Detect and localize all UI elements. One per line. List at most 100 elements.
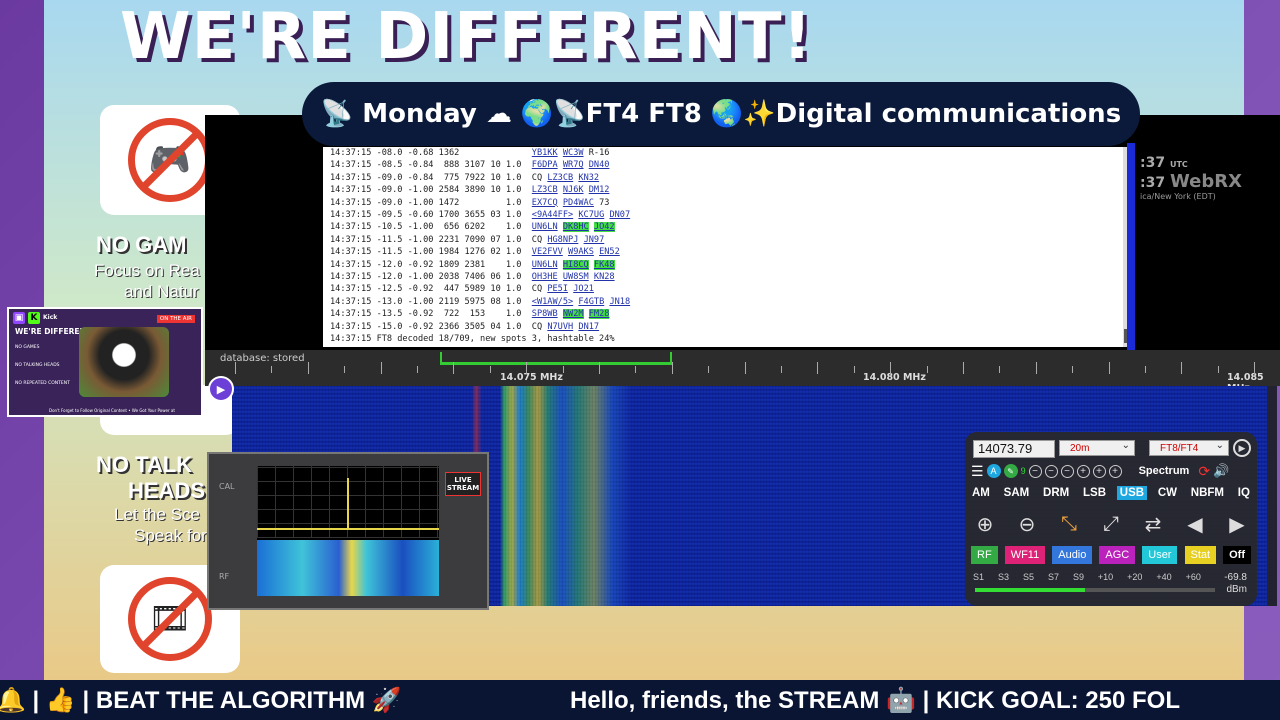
log-grid[interactable]: DN40 — [589, 160, 610, 170]
zoom-out-icon[interactable]: − — [1044, 464, 1058, 478]
s-meter-unit: dBm — [1226, 584, 1247, 595]
log-fields: 14:37:15 -09.0 -1.00 1472 1.0 — [330, 197, 532, 208]
mode-usb[interactable]: USB — [1116, 486, 1148, 500]
play-icon[interactable]: ▶ — [208, 376, 234, 402]
log-fields: 14:37:15 -12.5 -0.92 447 5989 10 1.0 — [330, 284, 532, 295]
panel-button-user[interactable]: User — [1142, 546, 1178, 564]
log-call2[interactable]: WC3W — [563, 148, 584, 158]
mode-cw[interactable]: CW — [1155, 486, 1180, 500]
scale-tick — [1254, 362, 1256, 374]
log-call1[interactable]: F6DPA — [532, 160, 558, 170]
log-line: 14:37:15 -10.5 -1.00 656 6202 1.0 UN6LN … — [323, 221, 1123, 233]
panel-button-rf[interactable]: RF — [971, 546, 998, 564]
log-grid[interactable]: JN97 — [584, 235, 605, 245]
dog-mascot — [79, 327, 169, 397]
collapse-icon[interactable]: ⤡ — [1055, 510, 1083, 538]
log-grid[interactable]: JO42 — [593, 222, 615, 233]
s-meter-label: +60 — [1185, 572, 1201, 582]
ft8-log[interactable]: 14:37:15 -08.0 -0.68 1362 YB1KK WC3W R-1… — [323, 147, 1123, 347]
chevron-right-icon[interactable]: ▶ — [1223, 510, 1251, 538]
spectrum-toggle[interactable]: Spectrum — [1139, 465, 1190, 477]
receiver-info: :37 UTC :37 WebRX ica/New York (EDT) — [1140, 155, 1260, 201]
log-call2[interactable]: HI8CQ — [562, 259, 589, 270]
magnify-plus-icon[interactable]: ⊕ — [971, 510, 999, 538]
menu-icon[interactable]: ☰ — [971, 463, 984, 480]
log-call1[interactable]: UN6LN — [532, 260, 558, 270]
mode-iq[interactable]: IQ — [1235, 486, 1253, 500]
log-grid[interactable]: FK48 — [593, 259, 615, 270]
mode-drm[interactable]: DRM — [1040, 486, 1072, 500]
play-icon[interactable]: ▶ — [1233, 439, 1251, 457]
frequency-scale[interactable]: database: stored 14.075 MHz 14.080 MHz 1… — [205, 350, 1280, 394]
no-games-sub-line1: Focus on Rea — [94, 261, 200, 280]
log-grid[interactable]: KN32 — [578, 173, 599, 183]
panel-button-agc[interactable]: AGC — [1099, 546, 1136, 564]
log-call2[interactable]: UW8SM — [563, 272, 589, 282]
mode-am[interactable]: AM — [969, 486, 993, 500]
log-fields: 14:37:15 -08.5 -0.84 888 3107 10 1.0 — [330, 160, 532, 171]
log-call1[interactable]: VE2FVV — [532, 247, 563, 257]
log-call1[interactable]: UN6LN — [532, 222, 558, 232]
log-call1[interactable]: YB1KK — [532, 148, 558, 158]
log-call2[interactable]: NJ6K — [563, 185, 584, 195]
speaker-icon[interactable]: 🔊 — [1213, 463, 1229, 479]
log-call2[interactable]: PD4WAC — [563, 198, 594, 208]
mode-preset-select[interactable]: FT8/FT4 — [1149, 438, 1229, 456]
log-call2[interactable]: NW2M — [562, 309, 584, 320]
log-call2[interactable]: N7UVH — [547, 322, 573, 332]
log-grid[interactable]: KN28 — [594, 272, 615, 282]
device-cal-label: CAL — [219, 482, 235, 491]
log-grid[interactable]: DM12 — [589, 185, 610, 195]
log-call1[interactable]: <W1AW/5> — [532, 297, 573, 307]
zoom-in-icon[interactable]: + — [1108, 464, 1122, 478]
frequency-input[interactable]: 14073.79 — [973, 440, 1055, 458]
zoom-in-icon[interactable]: + — [1076, 464, 1090, 478]
panel-button-audio[interactable]: Audio — [1052, 546, 1093, 564]
record-icon[interactable]: ⟳ — [1198, 463, 1210, 480]
passband-marker[interactable] — [440, 352, 672, 365]
scale-tick — [999, 366, 1001, 373]
panel-button-wf11[interactable]: WF11 — [1004, 546, 1046, 564]
band-select[interactable]: 20m — [1059, 438, 1135, 456]
log-call2[interactable]: DK8HC — [562, 222, 589, 233]
log-call1[interactable]: <9A44FF> — [532, 210, 573, 220]
log-call2[interactable]: W9AKS — [568, 247, 594, 257]
log-grid[interactable]: JN18 — [609, 297, 630, 307]
log-call1[interactable]: LZ3CB — [532, 185, 558, 195]
zoom-in-icon[interactable]: + — [1092, 464, 1106, 478]
log-call2[interactable]: WR7Q — [563, 160, 584, 170]
log-call1[interactable]: SP8WB — [532, 309, 558, 319]
edit-icon[interactable]: ✎ — [1003, 464, 1018, 478]
database-label: database: stored — [220, 353, 305, 364]
log-call1[interactable]: OH3HE — [532, 272, 558, 282]
log-call2[interactable]: F4GTB — [578, 297, 604, 307]
mode-sam[interactable]: SAM — [1001, 486, 1033, 500]
s-meter-label: S7 — [1047, 572, 1059, 582]
avatar[interactable]: A — [986, 464, 1001, 478]
log-grid[interactable]: JO21 — [573, 284, 594, 294]
log-grid[interactable]: EN52 — [599, 247, 620, 257]
mode-nbfm[interactable]: NBFM — [1188, 486, 1227, 500]
magnify-minus-icon[interactable]: ⊖ — [1013, 510, 1041, 538]
preview-item-3: NO REPEATED CONTENT — [15, 381, 70, 386]
log-call2[interactable]: HG8NPJ — [547, 235, 578, 245]
zoom-out-icon[interactable]: − — [1028, 464, 1042, 478]
waterfall-scrollbar[interactable] — [1267, 386, 1277, 606]
chevron-left-icon[interactable]: ◀ — [1181, 510, 1209, 538]
swap-icon[interactable]: ⇄ — [1139, 510, 1167, 538]
log-call2[interactable]: KC7UG — [578, 210, 604, 220]
zoom-out-icon[interactable]: − — [1060, 464, 1074, 478]
panel-button-stat[interactable]: Stat — [1184, 546, 1217, 564]
log-grid[interactable]: DN17 — [578, 322, 599, 332]
expand-icon[interactable]: ⤢ — [1097, 510, 1125, 538]
log-grid[interactable]: DN07 — [609, 210, 630, 220]
panel-button-off[interactable]: Off — [1223, 546, 1251, 564]
log-call1[interactable]: EX7CQ — [532, 198, 558, 208]
log-grid[interactable]: FM28 — [588, 309, 610, 320]
log-call2[interactable]: LZ3CB — [547, 173, 573, 183]
mode-lsb[interactable]: LSB — [1080, 486, 1109, 500]
scale-tick — [890, 362, 892, 374]
log-call2[interactable]: PE5I — [547, 284, 568, 294]
log-line: 14:37:15 -11.5 -1.00 1984 1276 02 1.0 VE… — [323, 246, 1123, 258]
utc-label: UTC — [1169, 160, 1188, 169]
